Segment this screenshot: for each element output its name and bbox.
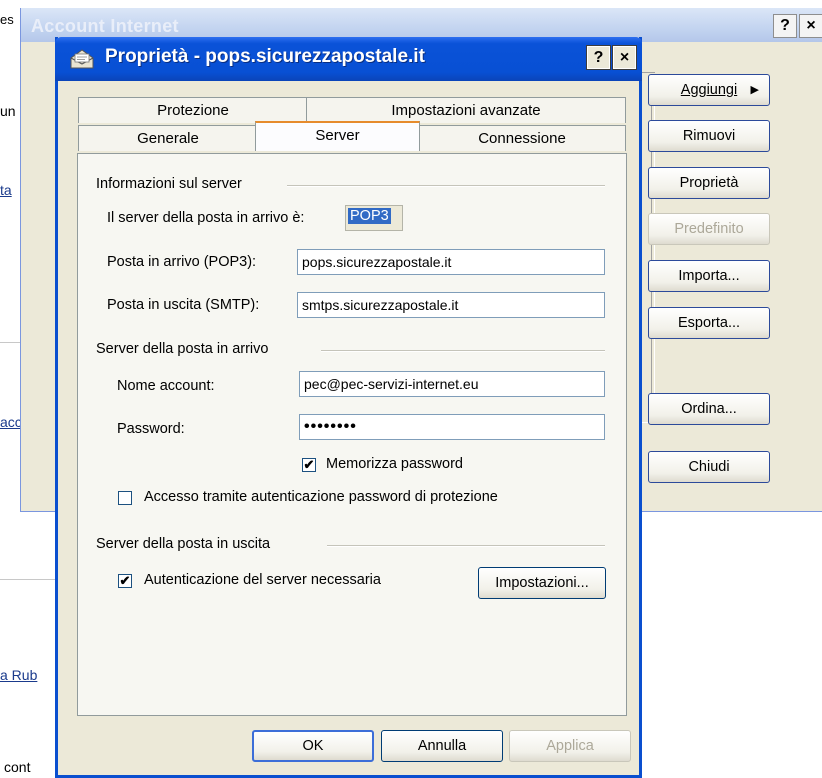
account-name-input[interactable] — [299, 371, 605, 397]
apply-button[interactable]: Applica — [509, 730, 631, 762]
dialog-titlebar: Proprietà - pops.sicurezzapostale.it ? × — [55, 37, 642, 81]
submenu-arrow-icon: ▶ — [750, 84, 759, 96]
dialog-close-button[interactable]: × — [612, 45, 637, 70]
account-internet-title: Account Internet — [31, 16, 179, 36]
remove-button[interactable]: Rimuovi — [648, 120, 770, 152]
properties-button[interactable]: Proprietà — [648, 167, 770, 199]
dialog-title: Proprietà - pops.sicurezzapostale.it — [105, 46, 425, 67]
server-info-heading: Informazioni sul server — [96, 176, 242, 192]
bg-fragment-3: cont — [4, 759, 31, 775]
incoming-server-divider — [321, 350, 605, 352]
incoming-type-value: POP3 — [345, 205, 403, 231]
bg-fragment-1: es — [0, 12, 14, 27]
server-info-divider — [287, 185, 605, 187]
close-button[interactable]: Chiudi — [648, 451, 770, 483]
dialog-help-button[interactable]: ? — [586, 45, 611, 70]
import-button[interactable]: Importa... — [648, 260, 770, 292]
bg-fragment-2: un — [0, 103, 16, 119]
sort-button[interactable]: Ordina... — [648, 393, 770, 425]
back-close-button[interactable]: × — [799, 14, 822, 38]
bg-link-3[interactable]: a Rub — [0, 667, 37, 683]
server-auth-checkbox[interactable]: ✔ — [118, 574, 132, 588]
tab-server[interactable]: Server — [255, 121, 420, 151]
outgoing-server-input[interactable] — [297, 292, 605, 318]
password-input[interactable] — [299, 414, 605, 440]
incoming-server-label: Posta in arrivo (POP3): — [107, 254, 257, 270]
bg-divider-2 — [0, 579, 55, 580]
tab-general[interactable]: Generale — [78, 125, 258, 151]
default-button[interactable]: Predefinito — [648, 213, 770, 245]
incoming-type-label: Il server della posta in arrivo è: — [107, 210, 305, 226]
incoming-server-heading: Server della posta in arrivo — [96, 341, 269, 357]
spa-label: Accesso tramite autenticazione password … — [144, 489, 498, 505]
spa-checkbox[interactable] — [118, 491, 132, 505]
outgoing-server-heading: Server della posta in uscita — [96, 536, 271, 552]
outgoing-server-label: Posta in uscita (SMTP): — [107, 297, 260, 313]
tab-connection[interactable]: Connessione — [418, 125, 626, 151]
remember-password-label: Memorizza password — [326, 456, 463, 472]
bg-link-1[interactable]: ta — [0, 182, 12, 198]
outgoing-settings-button[interactable]: Impostazioni... — [478, 567, 606, 599]
outgoing-server-divider — [327, 545, 605, 547]
password-label: Password: — [117, 421, 185, 437]
add-button[interactable]: Aggiungi ▶ — [648, 74, 770, 106]
export-button[interactable]: Esporta... — [648, 307, 770, 339]
remember-password-checkbox[interactable]: ✔ — [302, 458, 316, 472]
ok-button[interactable]: OK — [252, 730, 374, 762]
add-button-label: Aggiungi — [680, 82, 738, 98]
incoming-server-input[interactable] — [297, 249, 605, 275]
bg-link-2[interactable]: acc — [0, 414, 22, 430]
cancel-button[interactable]: Annulla — [381, 730, 503, 762]
back-help-button[interactable]: ? — [773, 14, 797, 38]
account-name-label: Nome account: — [117, 378, 215, 394]
server-auth-label: Autenticazione del server necessaria — [144, 572, 381, 588]
mail-account-icon — [70, 49, 94, 69]
tab-advanced[interactable]: Impostazioni avanzate — [306, 97, 626, 123]
tab-security[interactable]: Protezione — [78, 97, 308, 123]
